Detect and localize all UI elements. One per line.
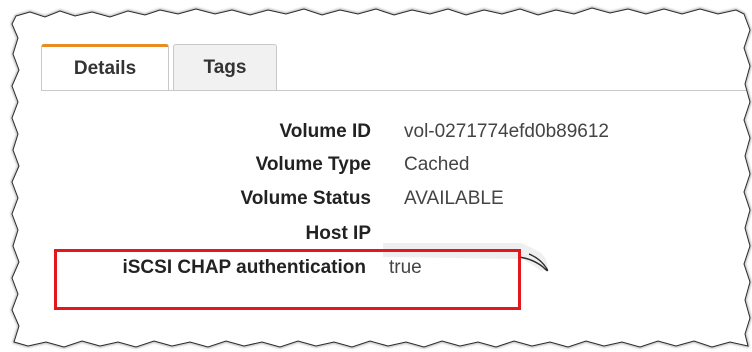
volume-id-value: vol-0271774efd0b89612 — [404, 121, 609, 142]
detail-row-volume-id: Volume ID vol-0271774efd0b89612 — [0, 118, 752, 146]
tab-bar: Details Tags — [41, 44, 277, 91]
detail-row-volume-status: Volume Status AVAILABLE — [0, 185, 752, 213]
tab-details-label: Details — [73, 58, 137, 79]
screenshot-frame: Details Tags Volume ID vol-0271774efd0b8… — [0, 0, 752, 352]
tab-tags-label: Tags — [203, 57, 247, 78]
volume-status-value: AVAILABLE — [404, 188, 504, 209]
highlight-box — [54, 249, 521, 310]
tab-divider — [41, 90, 746, 91]
host-ip-label: Host IP — [305, 223, 371, 244]
volume-type-value: Cached — [404, 154, 470, 175]
detail-row-volume-type: Volume Type Cached — [0, 151, 752, 179]
volume-type-label: Volume Type — [255, 154, 371, 175]
tab-tags[interactable]: Tags — [173, 44, 277, 91]
detail-row-host-ip: Host IP — [0, 220, 752, 248]
volume-status-label: Volume Status — [240, 188, 371, 209]
volume-id-label: Volume ID — [279, 121, 372, 142]
tab-details[interactable]: Details — [41, 44, 169, 91]
